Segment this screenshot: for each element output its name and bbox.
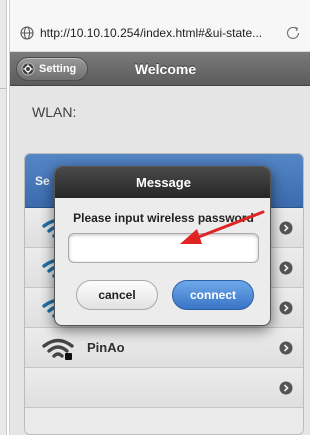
cancel-button[interactable]: cancel: [76, 280, 158, 310]
page-title: Welcome: [134, 61, 197, 77]
left-panel-edge: [0, 0, 7, 435]
password-dialog: Message Please input wireless password c…: [54, 166, 271, 326]
divider: [0, 88, 7, 89]
globe-icon: [20, 26, 34, 40]
password-input[interactable]: [68, 233, 259, 263]
browser-address-bar[interactable]: http://10.10.10.254/index.html#&ui-state…: [10, 0, 310, 52]
connect-button[interactable]: connect: [172, 280, 254, 310]
phone-screen: http://10.10.10.254/index.html#&ui-state…: [9, 0, 310, 435]
app-header: Setting Welcome: [10, 52, 310, 86]
reload-icon[interactable]: [284, 24, 302, 42]
dialog-prompt: Please input wireless password: [73, 211, 254, 225]
url-text[interactable]: http://10.10.10.254/index.html#&ui-state…: [40, 26, 278, 40]
dialog-title: Message: [55, 167, 270, 198]
